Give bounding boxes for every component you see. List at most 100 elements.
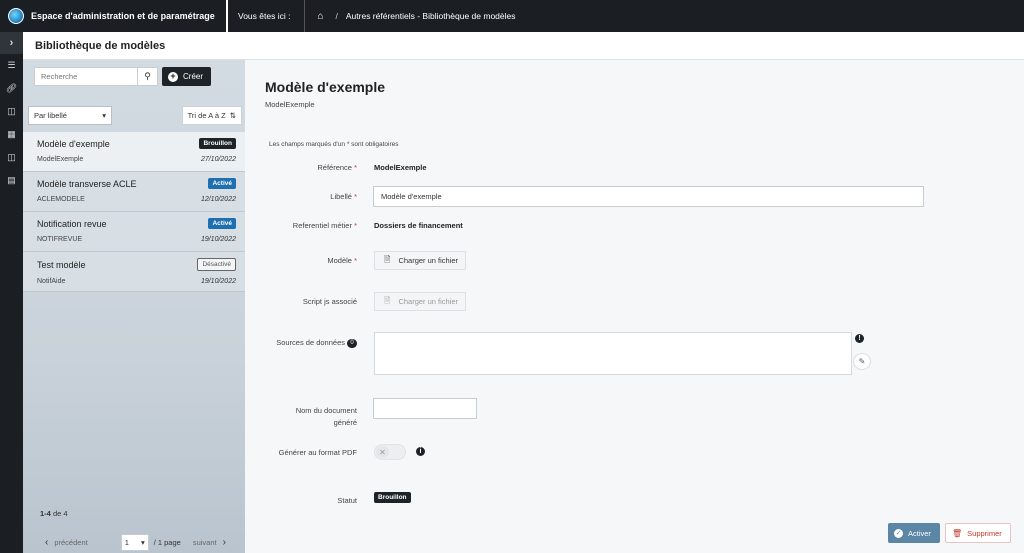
chevron-down-icon: ▾ — [140, 538, 145, 547]
referentiel-label: Referentiel métier * — [292, 221, 357, 230]
chevron-left-icon[interactable]: ‹ — [45, 537, 48, 548]
list-item[interactable]: Modèle transverse ACLE Activé ACLEMODELE… — [23, 172, 245, 212]
item-name: Notification revue — [37, 218, 107, 229]
model-list-panel: ⚲ + Créer Par libellé ▾ Tri de A à Z ⇅ M… — [23, 60, 245, 553]
list-item[interactable]: Notification revue Activé NOTIFREVUE 19/… — [23, 212, 245, 252]
upload-model-button[interactable]: 🗎︎ Charger un fichier — [374, 251, 467, 270]
previous-link[interactable]: précédent — [54, 538, 87, 547]
status-badge: Activé — [208, 178, 236, 189]
home-icon[interactable]: ⌂ — [317, 11, 323, 22]
app-logo — [8, 8, 24, 24]
page-title: Bibliothèque de modèles — [35, 39, 166, 52]
page-select[interactable]: 1 ▾ — [120, 534, 149, 551]
status-badge: Brouillon — [374, 492, 411, 503]
sort-icon: ⇅ — [229, 111, 236, 120]
filter-value: Par libellé — [34, 111, 67, 120]
list-item[interactable]: Test modèle Désactivé NotifAide 19/10/20… — [23, 252, 245, 292]
delete-button[interactable]: 🗑︎ Supprimer — [945, 523, 1011, 543]
form-subtitle: ModelExemple — [265, 100, 315, 109]
item-reference: ModelExemple — [37, 156, 84, 163]
list-item[interactable]: Modèle d'exemple Brouillon ModelExemple … — [23, 132, 245, 172]
status-badge: Désactivé — [197, 258, 236, 271]
trash-icon: 🗑︎ — [952, 528, 963, 538]
item-date: 27/10/2022 — [200, 156, 236, 163]
expand-sidebar-icon[interactable]: › — [0, 32, 23, 54]
filter-select[interactable]: Par libellé ▾ — [28, 106, 112, 125]
list-icon[interactable]: ☰ — [0, 54, 23, 77]
item-name: Modèle d'exemple — [37, 138, 110, 149]
delete-label: Supprimer — [967, 528, 1002, 538]
breadcrumb-current: Autres référentiels - Bibliothèque de mo… — [345, 11, 516, 21]
sources-label: Sources de données 0 — [276, 338, 357, 348]
sources-field[interactable] — [374, 332, 852, 375]
reference-value: ModelExemple — [374, 163, 427, 172]
result-total: de 4 — [52, 509, 68, 518]
app-title: Espace d'administration et de paramétrag… — [31, 11, 215, 21]
pagination: ‹ précédent 1 ▾ / 1 page suivant › — [45, 534, 232, 551]
page-header: Bibliothèque de modèles — [23, 32, 1024, 60]
item-name: Modèle transverse ACLE — [37, 178, 137, 189]
link-icon[interactable]: 🔗︎ — [0, 77, 23, 100]
reference-label: Référence * — [317, 163, 357, 172]
books-icon[interactable]: ▤ — [0, 169, 23, 192]
breadcrumb-separator: / — [335, 11, 338, 21]
modele-label: Modèle * — [327, 256, 357, 265]
info-icon[interactable]: i — [416, 447, 425, 456]
search-input[interactable] — [34, 67, 138, 86]
item-name: Test modèle — [37, 259, 86, 270]
item-reference: NotifAide — [37, 278, 66, 285]
filter-row: Par libellé ▾ Tri de A à Z ⇅ — [28, 106, 242, 125]
item-reference: ACLEMODELE — [37, 196, 85, 203]
info-icon[interactable]: ! — [855, 334, 864, 343]
upload-label: Charger un fichier — [398, 256, 459, 265]
create-label: Créer — [183, 72, 204, 81]
table-icon[interactable]: ▦ — [0, 123, 23, 146]
panel-icon[interactable]: ◫ — [0, 146, 23, 169]
columns-icon[interactable]: ◫ — [0, 100, 23, 123]
item-date: 19/10/2022 — [200, 236, 236, 243]
chevron-right-icon[interactable]: › — [223, 537, 226, 548]
libelle-field[interactable]: Modèle d'exemple — [373, 186, 924, 207]
plus-icon: + — [168, 71, 178, 82]
sources-count-badge: 0 — [347, 338, 357, 348]
next-link[interactable]: suivant — [193, 538, 217, 547]
sort-button[interactable]: Tri de A à Z ⇅ — [181, 106, 242, 125]
item-date: 12/10/2022 — [200, 196, 236, 203]
search-row: ⚲ + Créer — [34, 67, 212, 86]
form-title: Modèle d'exemple — [265, 79, 386, 95]
docname-field[interactable] — [373, 398, 477, 419]
pdf-label: Générer au format PDF — [278, 448, 357, 457]
upload-label: Charger un fichier — [398, 297, 459, 306]
check-icon: ✓ — [894, 528, 903, 538]
file-icon: 🗎︎ — [384, 295, 391, 305]
status-label: Statut — [337, 496, 357, 505]
close-icon: ✕ — [376, 446, 389, 458]
activate-button[interactable]: ✓ Activer — [888, 523, 940, 543]
status-badge: Activé — [208, 218, 236, 229]
chevron-down-icon: ▾ — [102, 111, 106, 120]
create-button[interactable]: + Créer — [162, 67, 212, 86]
activate-label: Activer — [908, 528, 931, 538]
required-hint: Les champs marqués d'un * sont obligatoi… — [269, 141, 399, 148]
edit-pencil-icon[interactable]: ✎ — [853, 353, 871, 370]
search-icon[interactable]: ⚲ — [138, 67, 158, 86]
item-reference: NOTIFREVUE — [37, 236, 83, 243]
docname-label: Nom du document généré — [295, 406, 357, 427]
icon-sidebar: › ☰ 🔗︎ ◫ ▦ ◫ ▤ — [0, 32, 23, 553]
result-count: 1-4 de 4 — [40, 509, 68, 518]
result-range: 1-4 — [40, 509, 51, 518]
page-value: 1 — [124, 538, 129, 547]
status-badge: Brouillon — [199, 138, 236, 149]
top-bar: Espace d'administration et de paramétrag… — [0, 0, 1024, 32]
referentiel-value: Dossiers de financement — [374, 221, 463, 230]
file-icon: 🗎︎ — [384, 254, 391, 264]
sort-label: Tri de A à Z — [187, 111, 226, 120]
brand: Espace d'administration et de paramétrag… — [0, 0, 228, 32]
upload-script-button[interactable]: 🗎︎ Charger un fichier — [374, 292, 467, 311]
pdf-toggle[interactable]: ✕ — [374, 444, 406, 460]
item-date: 19/10/2022 — [200, 278, 236, 285]
page-total: / 1 page — [153, 538, 181, 547]
location-label: Vous êtes ici : — [228, 0, 306, 32]
script-label: Script js associé — [302, 297, 357, 306]
libelle-label: Libellé * — [330, 192, 357, 201]
